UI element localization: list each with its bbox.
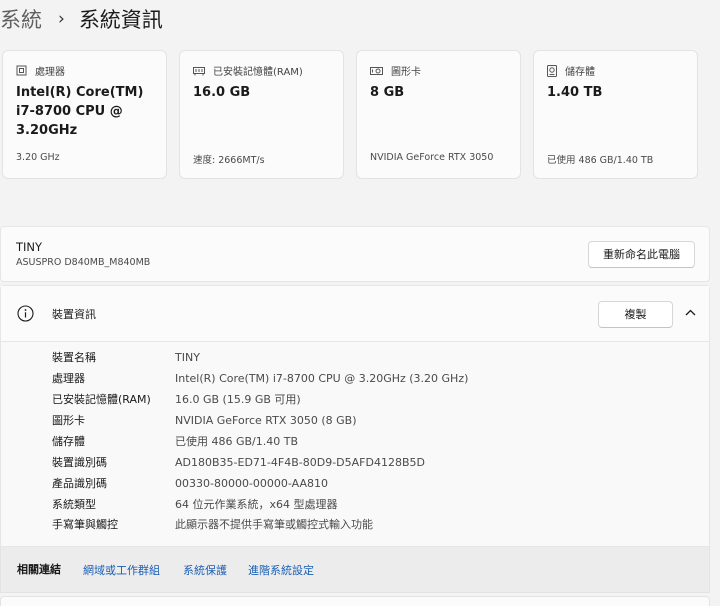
spec-key: 處理器 [52, 372, 85, 385]
advanced-system-settings-link[interactable]: 進階系統設定 [248, 562, 314, 578]
spec-row: 圖形卡 NVIDIA GeForce RTX 3050 (8 GB) [1, 411, 701, 431]
processor-card-sub: 3.20 GHz [16, 152, 60, 163]
spec-value: 00330-80000-00000-AA810 [175, 477, 328, 490]
spec-value: AD180B35-ED71-4F4B-80D9-D5AFD4128B5D [175, 456, 425, 469]
page-title: 系統資訊 [78, 8, 163, 32]
spec-key: 手寫筆與觸控 [52, 518, 118, 531]
ram-card-label: 已安裝記憶體(RAM) [213, 67, 303, 78]
ram-card: 已安裝記憶體(RAM) 16.0 GB 速度: 2666MT/s [179, 50, 344, 179]
graphics-card-sub: NVIDIA GeForce RTX 3050 [370, 152, 494, 163]
breadcrumb: 系統 › 系統資訊 [0, 2, 163, 36]
spec-key: 產品識別碼 [52, 477, 107, 490]
spec-key: 已安裝記憶體(RAM) [52, 393, 151, 406]
spec-key: 裝置識別碼 [52, 456, 107, 469]
ram-card-sub: 速度: 2666MT/s [193, 155, 265, 166]
system-protection-link[interactable]: 系統保護 [183, 562, 227, 578]
graphics-card: 圖形卡 8 GB NVIDIA GeForce RTX 3050 [356, 50, 521, 179]
storage-icon [547, 64, 557, 77]
spec-row: 手寫筆與觸控 此顯示器不提供手寫筆或觸控式輸入功能 [1, 515, 701, 535]
spec-key: 系統類型 [52, 498, 96, 511]
device-specs-title: 裝置資訊 [52, 308, 96, 321]
next-section-edge [0, 596, 710, 606]
spec-row: 裝置名稱 TINY [1, 348, 701, 368]
graphics-card-label: 圖形卡 [391, 67, 421, 78]
spec-value: 64 位元作業系統，x64 型處理器 [175, 498, 338, 511]
processor-card-value: Intel(R) Core(TM) i7-8700 CPU @ 3.20GHz [16, 85, 144, 138]
ram-icon [193, 66, 205, 75]
spec-value: Intel(R) Core(TM) i7-8700 CPU @ 3.20GHz … [175, 372, 469, 385]
ram-card-value: 16.0 GB [193, 85, 251, 100]
spec-row: 產品識別碼 00330-80000-00000-AA810 [1, 474, 701, 494]
domain-workgroup-link[interactable]: 網域或工作群組 [83, 562, 160, 578]
device-name: TINY [16, 240, 43, 254]
related-links-bar: 相關連結 網域或工作群組 系統保護 進階系統設定 [0, 547, 710, 593]
spec-value: TINY [175, 351, 200, 364]
spec-value: 16.0 GB (15.9 GB 可用) [175, 393, 301, 406]
spec-key: 儲存體 [52, 435, 85, 448]
spec-row: 處理器 Intel(R) Core(TM) i7-8700 CPU @ 3.20… [1, 369, 701, 389]
device-specs-header[interactable]: 裝置資訊 複製 [1, 286, 709, 342]
spec-value: 此顯示器不提供手寫筆或觸控式輸入功能 [175, 518, 373, 531]
breadcrumb-separator-icon: › [58, 9, 65, 29]
rename-pc-button[interactable]: 重新命名此電腦 [588, 241, 695, 268]
copy-button[interactable]: 複製 [598, 301, 673, 328]
graphics-card-icon [370, 66, 383, 75]
processor-icon [16, 65, 27, 76]
device-specs-panel: 裝置資訊 複製 裝置名稱 TINY 處理器 Intel(R) Core(TM) … [0, 285, 710, 547]
processor-card: 處理器 Intel(R) Core(TM) i7-8700 CPU @ 3.20… [2, 50, 167, 179]
graphics-card-value: 8 GB [370, 85, 405, 100]
device-model: ASUSPRO D840MB_M840MB [16, 257, 151, 268]
spec-row: 已安裝記憶體(RAM) 16.0 GB (15.9 GB 可用) [1, 390, 701, 410]
related-links-label: 相關連結 [17, 563, 61, 576]
storage-card-label: 儲存體 [565, 67, 595, 78]
system-about-page: 系統 › 系統資訊 處理器 Intel(R) Core(TM) i7-8700 … [0, 0, 720, 606]
spec-row: 系統類型 64 位元作業系統，x64 型處理器 [1, 495, 701, 515]
chevron-up-icon[interactable] [685, 309, 696, 316]
spec-row: 裝置識別碼 AD180B35-ED71-4F4B-80D9-D5AFD4128B… [1, 453, 701, 473]
storage-card: 儲存體 1.40 TB 已使用 486 GB/1.40 TB [533, 50, 698, 179]
processor-card-label: 處理器 [35, 67, 65, 78]
spec-value: 已使用 486 GB/1.40 TB [175, 435, 299, 448]
device-name-row: TINY ASUSPRO D840MB_M840MB 重新命名此電腦 [0, 226, 710, 282]
storage-card-sub: 已使用 486 GB/1.40 TB [547, 155, 654, 166]
spec-value: NVIDIA GeForce RTX 3050 (8 GB) [175, 414, 357, 427]
storage-card-value: 1.40 TB [547, 85, 603, 100]
spec-key: 裝置名稱 [52, 351, 96, 364]
info-icon [17, 305, 34, 322]
spec-row: 儲存體 已使用 486 GB/1.40 TB [1, 432, 701, 452]
breadcrumb-parent[interactable]: 系統 [0, 4, 42, 34]
spec-key: 圖形卡 [52, 414, 85, 427]
